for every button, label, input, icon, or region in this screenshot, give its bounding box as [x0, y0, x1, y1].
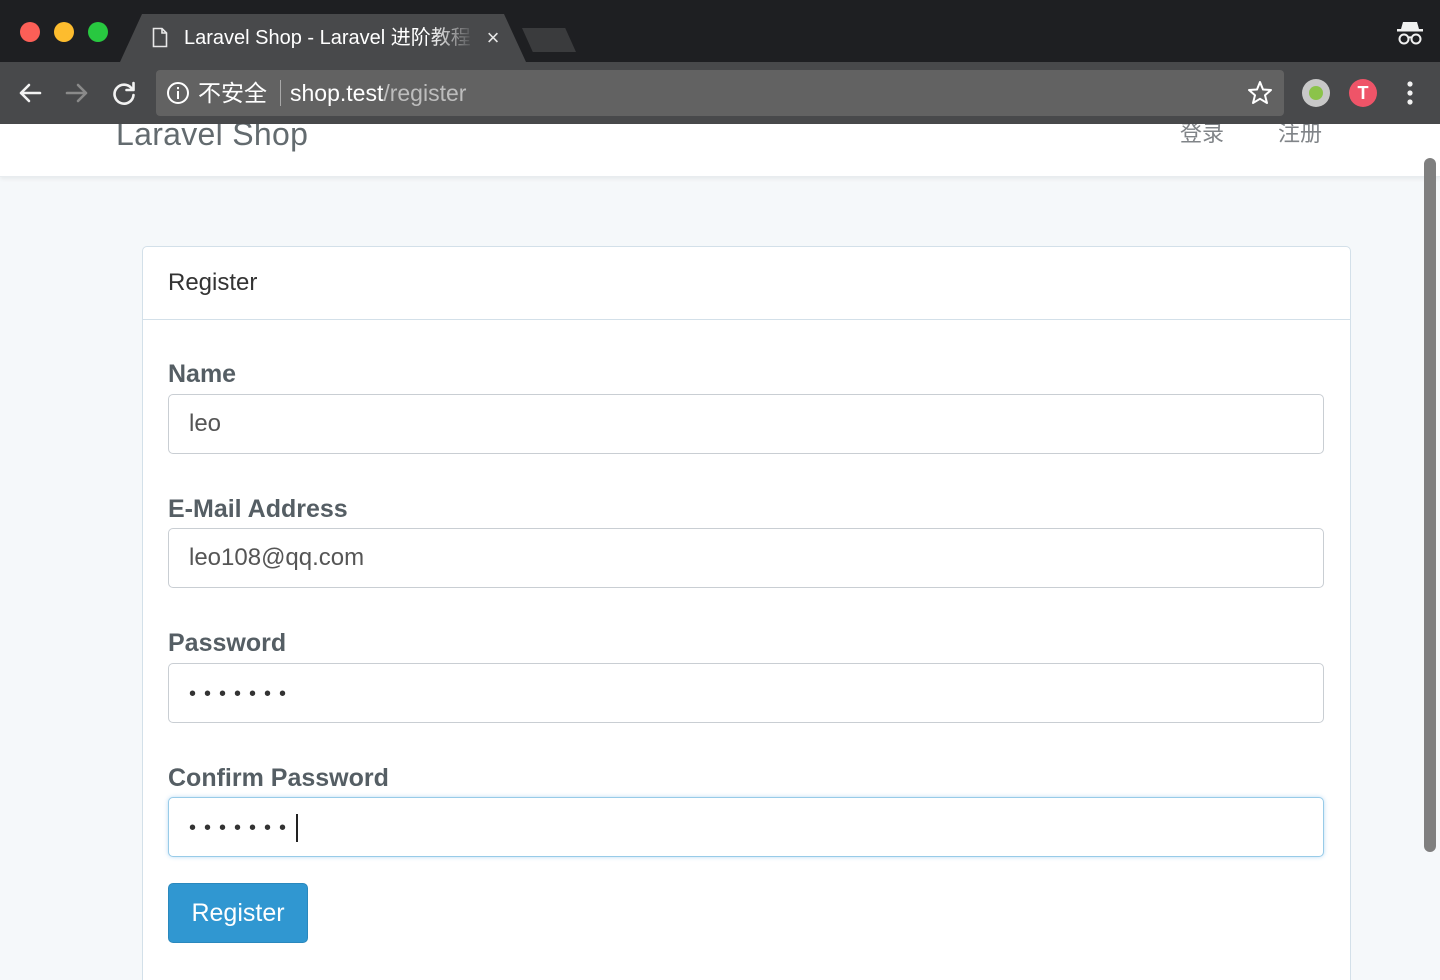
document-icon [152, 27, 168, 48]
new-tab-button[interactable] [522, 28, 576, 52]
browser-tab[interactable]: Laravel Shop - Laravel 进阶教程 × [120, 14, 526, 62]
extension-t-icon[interactable]: T [1349, 79, 1377, 107]
minimize-window-button[interactable] [54, 22, 74, 42]
confirm-password-input[interactable]: ••••••• [168, 797, 1324, 857]
browser-toolbar: 不安全 shop.test/register T [0, 62, 1440, 124]
page-scrollbar[interactable] [1424, 158, 1436, 852]
menu-dots-icon[interactable] [1398, 78, 1422, 108]
site-navbar: Laravel Shop 登录 注册 [0, 124, 1440, 177]
name-label: Name [168, 360, 237, 388]
bookmark-star-icon[interactable] [1246, 79, 1274, 107]
incognito-icon [1397, 22, 1423, 45]
forward-arrow-icon [65, 83, 88, 103]
maximize-window-button[interactable] [88, 22, 108, 42]
omnibox-divider [280, 80, 281, 106]
reload-icon [113, 81, 135, 105]
card-header: Register [143, 247, 1350, 320]
card-title: Register [168, 269, 258, 296]
back-arrow-icon [19, 83, 42, 103]
window-titlebar: Laravel Shop - Laravel 进阶教程 × [0, 0, 1440, 62]
url-text[interactable]: shop.test/register [290, 79, 466, 107]
reload-button[interactable] [107, 76, 141, 110]
info-icon[interactable] [166, 81, 190, 105]
email-label: E-Mail Address [168, 495, 348, 523]
brand-link[interactable]: Laravel Shop [116, 124, 308, 152]
password-label: Password [168, 629, 287, 657]
register-button[interactable]: Register [168, 883, 308, 943]
password-input[interactable]: ••••••• [168, 663, 1324, 723]
tab-close-icon[interactable]: × [482, 26, 504, 50]
url-host: shop.test [290, 80, 384, 106]
register-card: Register Name leo E-Mail Address leo108@… [142, 246, 1351, 980]
login-link[interactable]: 登录 [1180, 124, 1224, 148]
url-path: /register [383, 80, 467, 106]
password-value: ••••••• [189, 683, 295, 705]
close-window-button[interactable] [20, 22, 40, 42]
extension-icon[interactable] [1302, 79, 1330, 107]
forward-button[interactable] [60, 76, 94, 110]
back-button[interactable] [13, 76, 47, 110]
name-value: leo [189, 410, 222, 437]
email-value: leo108@qq.com [189, 544, 365, 571]
security-label[interactable]: 不安全 [198, 79, 267, 107]
text-caret [296, 813, 299, 842]
name-input[interactable]: leo [168, 394, 1324, 454]
address-bar[interactable]: 不安全 shop.test/register [156, 70, 1284, 116]
register-link[interactable]: 注册 [1278, 124, 1322, 148]
confirm-password-label: Confirm Password [168, 764, 389, 792]
tab-title: Laravel Shop - Laravel 进阶教程 [184, 27, 471, 49]
confirm-password-value: ••••••• [189, 817, 295, 839]
email-input[interactable]: leo108@qq.com [168, 528, 1324, 588]
